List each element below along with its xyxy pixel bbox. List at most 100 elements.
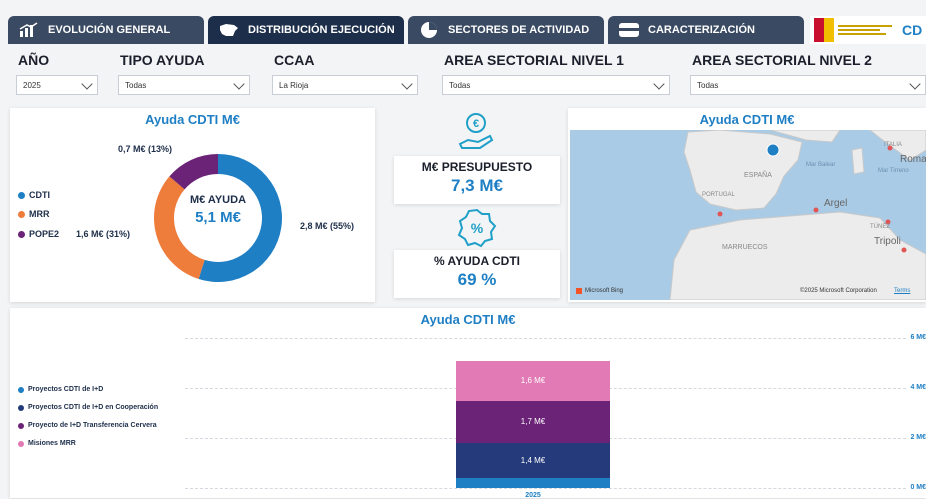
map-label-argel: Argel (824, 198, 848, 209)
chevron-down-icon (401, 78, 413, 90)
donut-title: Ayuda CDTI M€ (145, 112, 240, 127)
cdti-logo: CD (902, 22, 923, 38)
tab-sectores-actividad[interactable]: SECTORES DE ACTIVIDAD (408, 16, 604, 44)
chevron-down-icon (909, 78, 921, 90)
bar-chart-icon (18, 21, 40, 39)
donut-slice-mrr[interactable] (154, 176, 205, 279)
legend-dot (18, 440, 24, 447)
filter-area-nivel-2-select[interactable]: Todas (690, 75, 926, 95)
bar-segment-4[interactable]: 1,6 M€ (456, 360, 610, 401)
ministry-logo (838, 19, 898, 41)
donut-card: Ayuda CDTI M€ CDTI MRR POPE2 M€ AYUDA 5,… (10, 108, 375, 302)
map-label-marruecos: MARRUECOS (722, 244, 768, 251)
legend-label: Proyectos CDTI de I+D en Cooperación (28, 404, 159, 411)
map-label-mar-tirreno: Mar Tirreno (878, 168, 909, 174)
percent-badge-icon: % (457, 208, 497, 248)
chevron-down-icon (81, 78, 93, 90)
card-icon (618, 21, 640, 39)
bing-attribution: Microsoft Bing (576, 288, 623, 294)
bing-attribution-text: Microsoft Bing (585, 288, 624, 294)
pie-chart-icon (418, 21, 440, 39)
filter-tipo-ayuda-select[interactable]: Todas (118, 75, 250, 95)
map-label-tunez: TÚNEZ (870, 224, 890, 230)
filter-value: Todas (449, 80, 471, 90)
svg-text:€: € (473, 118, 479, 130)
filter-ano-select[interactable]: 2025 (16, 75, 98, 95)
tab-evolucion-general[interactable]: EVOLUCIÓN GENERAL (8, 16, 204, 44)
legend-label: CDTI (29, 190, 50, 200)
legend-item-transferencia-cervera[interactable]: Proyecto de I+D Transferencia Cervera (18, 422, 157, 429)
filter-label-ano: AÑO (18, 52, 50, 68)
filter-value: Todas (697, 80, 719, 90)
map-label-italia: ITALIA (884, 142, 902, 148)
y-axis-label-2: 2 M€ (910, 434, 926, 441)
tab-label: CARACTERIZACIÓN (648, 24, 755, 36)
bar-segment-3[interactable]: 1,7 M€ (456, 400, 610, 443)
microsoft-logo-icon (576, 288, 582, 294)
legend-item-cdti[interactable]: CDTI (18, 190, 50, 200)
chevron-down-icon (233, 78, 245, 90)
kpi-pct-card: % AYUDA CDTI 69 % (394, 250, 560, 298)
filter-label-ccaa: CCAA (274, 52, 315, 68)
legend-dot (18, 422, 24, 429)
bar-segment-1[interactable] (456, 478, 610, 488)
legend-item-misiones-mrr[interactable]: Misiones MRR (18, 440, 76, 447)
kpi-budget-card: M€ PRESUPUESTO 7,3 M€ (394, 156, 560, 204)
y-axis-label-0: 0 M€ (910, 484, 926, 491)
filter-value: Todas (125, 80, 147, 90)
bar-segment-label: 1,6 M€ (520, 375, 546, 385)
legend-label: Proyecto de I+D Transferencia Cervera (28, 422, 157, 429)
data-label-mrr: 1,6 M€ (31%) (76, 229, 131, 239)
money-hand-icon: € (456, 110, 496, 154)
legend-label: MRR (29, 209, 50, 219)
chevron-down-icon (653, 78, 665, 90)
map-label-espana: ESPAÑA (744, 172, 772, 179)
legend-dot (18, 386, 24, 393)
la-rioja-bubble[interactable] (766, 143, 780, 157)
kpi-budget-title: M€ PRESUPUESTO (421, 160, 533, 174)
legend-item-proyectos-cooperacion[interactable]: Proyectos CDTI de I+D en Cooperación (18, 404, 158, 411)
map-terms-link[interactable]: Terms (894, 288, 910, 294)
bar-segment-label: 1,4 M€ (520, 455, 546, 465)
map-title: Ayuda CDTI M€ (699, 112, 795, 127)
filter-label-area-nivel-1: AREA SECTORIAL NIVEL 1 (444, 52, 624, 68)
map-label-mar-balear: Mar Balear (806, 162, 836, 168)
map-label-portugal: PORTUGAL (702, 192, 735, 198)
legend-label: Proyectos CDTI de I+D (28, 386, 104, 393)
map-copyright: ©2025 Microsoft Corporation (800, 288, 877, 294)
legend-dot (18, 404, 24, 411)
filter-value: 2025 (23, 80, 41, 90)
map-card[interactable]: Ayuda CDTI M€ ESPAÑA PORTUGAL MARRUECOS … (568, 108, 926, 302)
data-label-pope2: 0,7 M€ (13%) (118, 144, 173, 154)
kpi-pct-value: 69 % (457, 270, 497, 289)
legend-item-mrr[interactable]: MRR (18, 209, 50, 219)
filter-label-area-nivel-2: AREA SECTORIAL NIVEL 2 (692, 52, 872, 68)
legend-item-proyectos-id[interactable]: Proyectos CDTI de I+D (18, 386, 103, 393)
tab-label: EVOLUCIÓN GENERAL (48, 24, 171, 36)
tab-caracterizacion[interactable]: CARACTERIZACIÓN (608, 16, 804, 44)
bar-segment-2[interactable]: 1,4 M€ (456, 443, 610, 478)
donut-center-label: M€ AYUDA (189, 194, 247, 206)
map-label-tripoli: Tripoli (874, 236, 901, 247)
map-canvas[interactable] (570, 130, 926, 300)
data-label-cdti: 2,8 M€ (55%) (300, 221, 355, 231)
bar-segment-label: 1,7 M€ (520, 416, 546, 426)
tab-label: DISTRIBUCIÓN EJECUCIÓN (248, 24, 395, 36)
filter-ccaa-select[interactable]: La Rioja (272, 75, 418, 95)
institutional-logos: CD (810, 16, 926, 44)
svg-text:%: % (471, 220, 484, 236)
legend-dot (18, 191, 25, 199)
tab-distribucion-ejecucion[interactable]: DISTRIBUCIÓN EJECUCIÓN (208, 16, 404, 44)
donut-center-value: 5,1 M€ (195, 209, 241, 226)
filter-label-tipo-ayuda: TIPO AYUDA (120, 52, 205, 68)
tab-label: SECTORES DE ACTIVIDAD (448, 24, 590, 36)
y-axis-label-4: 4 M€ (910, 384, 926, 391)
stacked-bar-2025[interactable]: 1,4 M€ 1,7 M€ 1,6 M€ (456, 308, 610, 498)
map-label-roma: Roma (900, 154, 926, 165)
legend-item-pope2[interactable]: POPE2 (18, 229, 59, 239)
filter-value: La Rioja (279, 80, 309, 90)
spain-map-icon (218, 21, 240, 39)
filter-area-nivel-1-select[interactable]: Todas (442, 75, 670, 95)
kpi-budget-value: 7,3 M€ (451, 176, 503, 195)
y-axis-label-6: 6 M€ (910, 334, 926, 341)
